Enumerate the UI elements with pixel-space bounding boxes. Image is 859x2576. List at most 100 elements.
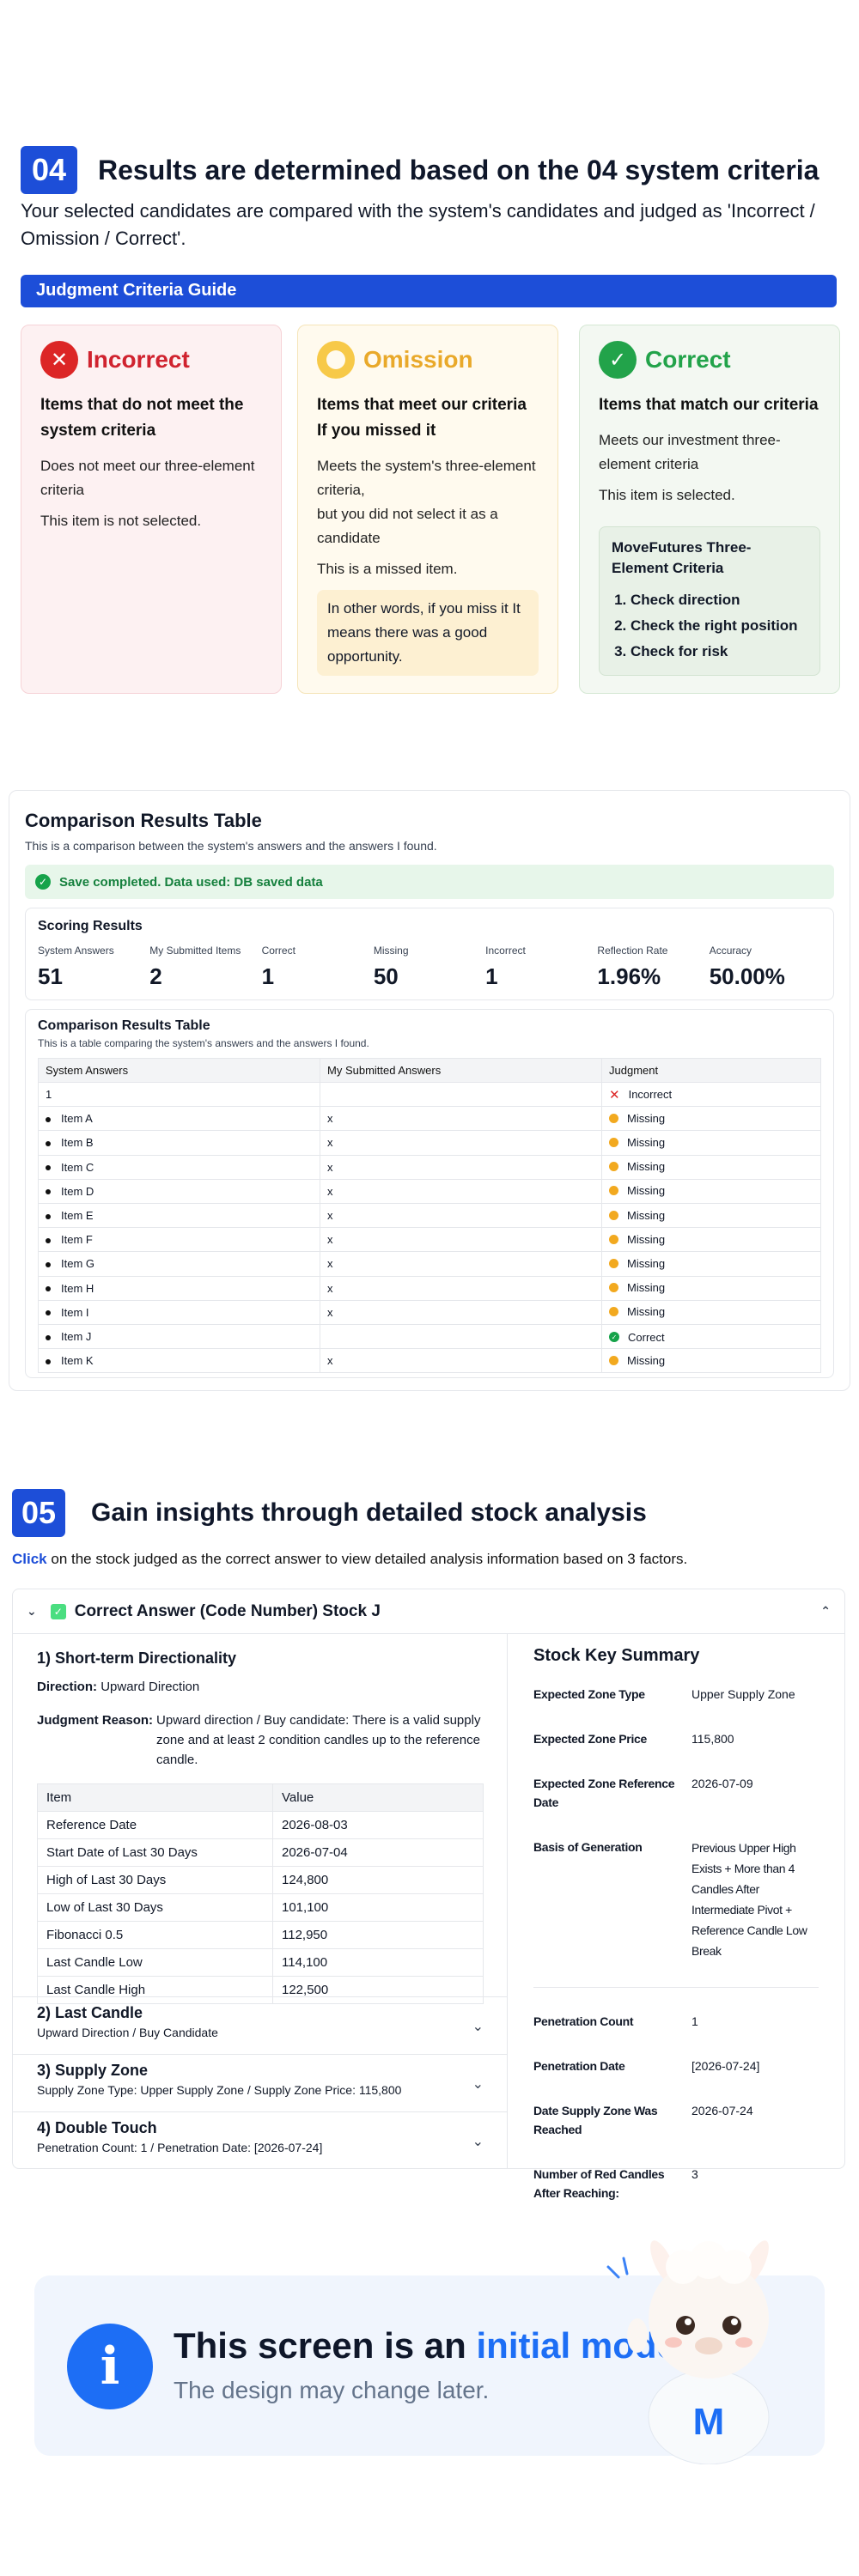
score-item: Correct 1 [262,945,374,990]
my-answer-cell: x [320,1275,602,1301]
value-cell: 112,950 [272,1921,484,1949]
detail-header[interactable]: ⌄ ✓ Correct Answer (Code Number) Stock J… [13,1589,844,1634]
incorrect-card: ✕ Incorrect Items that do not meet the s… [21,325,282,694]
judgment-cell: Missing [601,1348,821,1374]
missing-dot-icon [609,1210,618,1220]
my-answer-cell: x [320,1227,602,1253]
missing-dot-icon [609,1355,618,1365]
judgment-cell: Missing [601,1275,821,1301]
stock-detail-panel: ⌄ ✓ Correct Answer (Code Number) Stock J… [12,1589,845,2200]
missing-dot-icon [609,1186,618,1196]
chevron-down-icon[interactable]: ⌄ [472,2018,484,2035]
factor-accordion[interactable]: 4) Double Touch Penetration Count: 1 / Pe… [13,2111,508,2168]
chevron-down-icon[interactable]: ⌄ [472,2133,484,2150]
system-answer-cell: Item I [38,1299,320,1325]
omission-card: Omission Items that meet our criteria If… [297,325,558,694]
summary-row: Expected Zone Price 115,800 [533,1729,819,1748]
table-row[interactable]: Item I x Missing [38,1299,821,1325]
table-row[interactable]: 1 ✕ Incorrect [38,1081,821,1108]
accordion-title: 2) Last Candle [37,2004,143,2021]
score-value: 50 [373,963,399,989]
system-answer-cell: Item H [38,1275,320,1301]
score-item: Incorrect 1 [485,945,597,990]
score-label: System Answers [38,945,114,957]
missing-dot-icon [609,1258,618,1268]
detail-header-title: Correct Answer (Code Number) Stock J [74,1601,381,1620]
summary-row: Number of Red Candles After Reaching: 3 [533,2165,819,2202]
item-cell: Last Candle Low [37,1948,273,1977]
table-title: Comparison Results Table [38,1018,210,1033]
table-row[interactable]: Item D x Missing [38,1178,821,1204]
table-row[interactable]: Item F x Missing [38,1227,821,1253]
description-text: on the stock judged as the correct answe… [46,1551,688,1567]
cell-text: Item E [61,1209,94,1223]
direction-label: Direction: [37,1680,98,1694]
score-value: 1 [261,963,275,989]
table-row: Low of Last 30 Days 101,100 [37,1893,484,1922]
summary-key: Number of Red Candles After Reaching: [533,2167,665,2200]
divider [533,1987,819,1988]
table-subtitle: This is a table comparing the system's a… [38,1037,369,1049]
bullet-icon [46,1165,51,1171]
scoring-results: Scoring Results System Answers 51 My Submi… [25,908,834,1000]
card-text: This item is selected. [599,487,735,503]
check-icon: ✓ [609,1332,619,1343]
system-answer-cell: Item J [38,1323,320,1350]
score-item: Accuracy 50.00% [710,945,821,990]
card-text: but you did not select it as a candidate [317,506,498,546]
table-row[interactable]: Item E x Missing [38,1202,821,1229]
comparison-table-box: Comparison Results Table This is a table… [25,1009,834,1378]
criteria-title: MoveFutures Three-Element Criteria [612,539,752,576]
reason-value: Upward direction / Buy candidate: There … [156,1713,481,1767]
accordion-subtitle: Penetration Count: 1 / Penetration Date:… [37,2141,323,2154]
chevron-down-icon[interactable]: ⌄ [27,1604,37,1619]
column-header: Item [37,1783,273,1812]
criteria-step: Check direction [631,587,807,613]
bullet-icon [46,1141,51,1147]
comparison-subtitle: This is a comparison between the system'… [25,839,437,853]
table-row[interactable]: Item C x Missing [38,1154,821,1180]
system-answer-cell: Item D [38,1178,320,1204]
value-cell: 2026-08-03 [272,1811,484,1839]
score-item: Reflection Rate 1.96% [597,945,709,990]
summary-row: Expected Zone Reference Date 2026-07-09 [533,1774,819,1812]
chevron-down-icon[interactable]: ⌄ [472,2075,484,2093]
judgment-cell: ✕ Incorrect [601,1081,821,1108]
column-header: Judgment [601,1058,821,1083]
section-title: Results are determined based on the 04 s… [98,154,819,185]
table-row[interactable]: Item H x Missing [38,1275,821,1301]
reason-row: Judgment Reason: Upward direction / Buy … [37,1710,483,1770]
judgment-cell: ✓ Correct [601,1323,821,1350]
cell-text: Item H [61,1281,94,1295]
factor-accordion[interactable]: 3) Supply Zone Supply Zone Type: Upper Su… [13,2054,508,2111]
cell-text: Item J [61,1329,92,1343]
summary-row: Penetration Count 1 [533,2012,819,2031]
table-row[interactable]: Item B x Missing [38,1130,821,1156]
item-cell: High of Last 30 Days [37,1866,273,1894]
summary-key: Basis of Generation [533,1840,643,1854]
judgment-cell: Missing [601,1178,821,1204]
cell-text: Item I [61,1305,89,1319]
chevron-up-icon[interactable]: ⌃ [820,1604,831,1619]
summary-value: [2026-07-24] [691,2059,760,2073]
card-label: Incorrect [87,346,190,373]
column-header: Value [272,1783,484,1812]
section-05-header: 05 Gain insights through detailed stock … [12,1489,647,1537]
score-item: Missing 50 [374,945,485,990]
bullet-icon [46,1189,51,1195]
direction-row: Direction: Upward Direction [37,1678,483,1697]
x-icon: ✕ [609,1087,620,1103]
system-answer-cell: Item K [38,1348,320,1374]
table-row[interactable]: Item G x Missing [38,1251,821,1277]
card-text: This is a missed item. [317,561,458,577]
score-value: 1.96% [597,963,661,989]
table-row[interactable]: Item A x Missing [38,1106,821,1132]
summary-key: Penetration Date [533,2059,625,2073]
score-value: 51 [38,963,63,989]
table-row[interactable]: Item K x Missing [38,1348,821,1374]
judgment-cell: Missing [601,1227,821,1253]
table-row[interactable]: Item J ✓ Correct [38,1323,821,1350]
factor-accordion[interactable]: 2) Last Candle Upward Direction / Buy Can… [13,1996,508,2053]
judgment-text: Missing [627,1353,666,1367]
omission-note: In other words, if you miss it It means … [317,590,539,676]
